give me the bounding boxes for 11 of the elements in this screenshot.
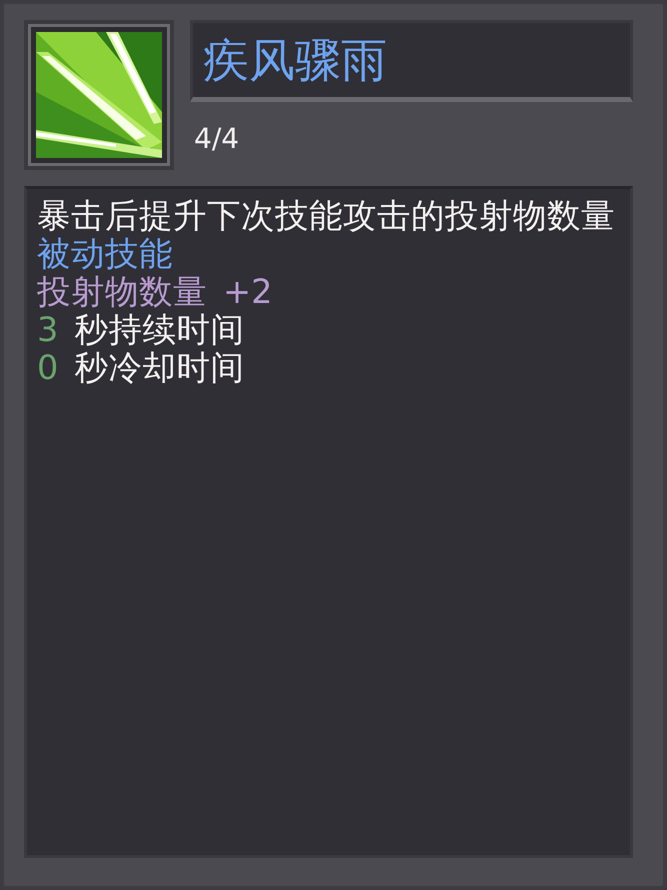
skill-description: 暴击后提升下次技能攻击的投射物数量 [37, 197, 616, 235]
light-rays-icon [36, 32, 162, 158]
stat-name: 投射物数量 [37, 272, 207, 311]
timer-label: 秒冷却时间 [74, 348, 244, 387]
timer-value: 0 [37, 348, 58, 387]
timer-value: 3 [37, 310, 58, 349]
timer-label: 秒持续时间 [74, 310, 244, 349]
skill-level: 4/4 [194, 122, 240, 155]
skill-name: 疾风骤雨 [203, 33, 387, 87]
stat-value: +2 [223, 272, 272, 311]
skill-type: 被动技能 [37, 235, 174, 273]
